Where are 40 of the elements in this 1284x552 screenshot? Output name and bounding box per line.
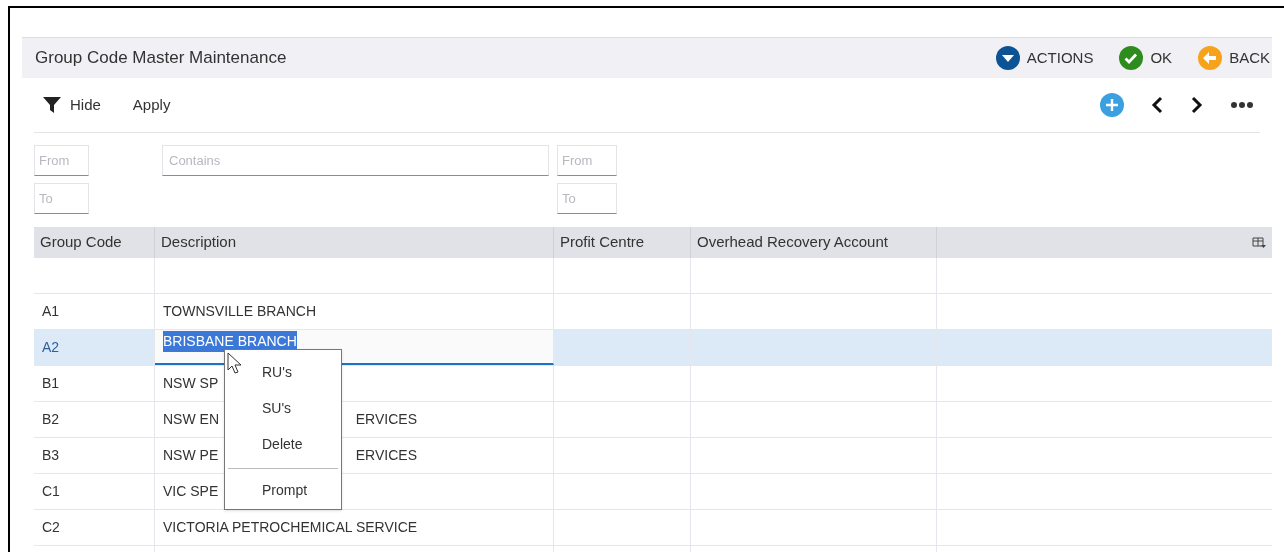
table-cell-text: C2 (42, 518, 60, 537)
table-cell-text: B2 (42, 410, 60, 429)
action-button[interactable]: OK (1119, 46, 1173, 70)
table-row[interactable]: A2 BRISBANE BRANCH (34, 330, 1272, 366)
column-chooser-icon[interactable] (1252, 236, 1266, 249)
filter-field[interactable]: To (34, 183, 89, 214)
filter-field[interactable]: To (557, 183, 617, 214)
table-cell-text: NSW EN (163, 410, 219, 429)
table-row[interactable]: C2 VICTORIA PETROCHEMICAL SERVICE (34, 510, 1272, 546)
action-button[interactable]: ACTIONS (995, 46, 1094, 70)
check-icon (1119, 46, 1144, 70)
table-cell-text: ERVICES (355, 446, 417, 465)
table-cell-text: VIC SPE (163, 482, 219, 501)
menu-item[interactable]: Prompt (225, 475, 341, 505)
table-cell-text: TOWNSVILLE BRANCH (163, 302, 316, 321)
cursor-icon (227, 352, 243, 374)
contains-field[interactable]: Contains (162, 145, 549, 176)
table-cell-text: A1 (42, 302, 60, 321)
more-icon[interactable] (1230, 101, 1254, 109)
table-row[interactable]: A1 TOWNSVILLE BRANCH (34, 294, 1272, 330)
apply-button[interactable]: Apply (132, 93, 171, 117)
table-cell-text: ERVICES (355, 410, 417, 429)
table-cell-text: NSW SP (163, 374, 219, 393)
table-cell-text: B1 (42, 374, 60, 393)
window-title: Group Code Master Maintenance (35, 47, 287, 70)
table-cell-text: B3 (42, 446, 60, 465)
action-button[interactable]: BACK (1198, 46, 1270, 70)
add-icon[interactable] (1100, 93, 1124, 117)
hide-filter-button[interactable]: Hide (42, 93, 101, 117)
next-icon[interactable] (1190, 95, 1204, 115)
table-cell-text: C1 (42, 482, 60, 501)
filter-field[interactable]: From (557, 145, 617, 176)
table-cell-text: A2 (42, 338, 60, 357)
previous-icon[interactable] (1150, 95, 1164, 115)
filter-icon (42, 95, 62, 115)
table-cell-text: VICTORIA PETROCHEMICAL SERVICE (163, 518, 418, 537)
dropdown-icon (995, 46, 1020, 70)
filter-field[interactable]: From (34, 145, 89, 176)
description-field[interactable]: BRISBANE BRANCH (163, 331, 297, 352)
table-cell-text: NSW PE (163, 446, 219, 465)
